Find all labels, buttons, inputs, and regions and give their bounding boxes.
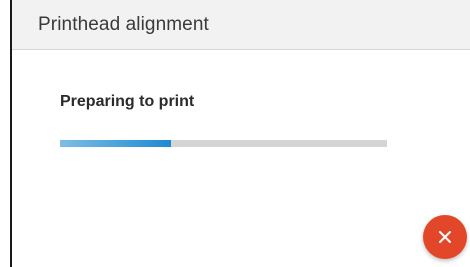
- close-icon: [439, 231, 451, 243]
- progress-fill: [60, 140, 172, 147]
- status-message: Preparing to print: [60, 93, 195, 110]
- printhead-alignment-screen: Printhead alignment Preparing to print: [0, 0, 470, 267]
- page-title: Printhead alignment: [38, 14, 209, 35]
- title-bar: Printhead alignment: [12, 0, 470, 50]
- progress-bar: [60, 140, 387, 147]
- cancel-button[interactable]: [423, 215, 467, 259]
